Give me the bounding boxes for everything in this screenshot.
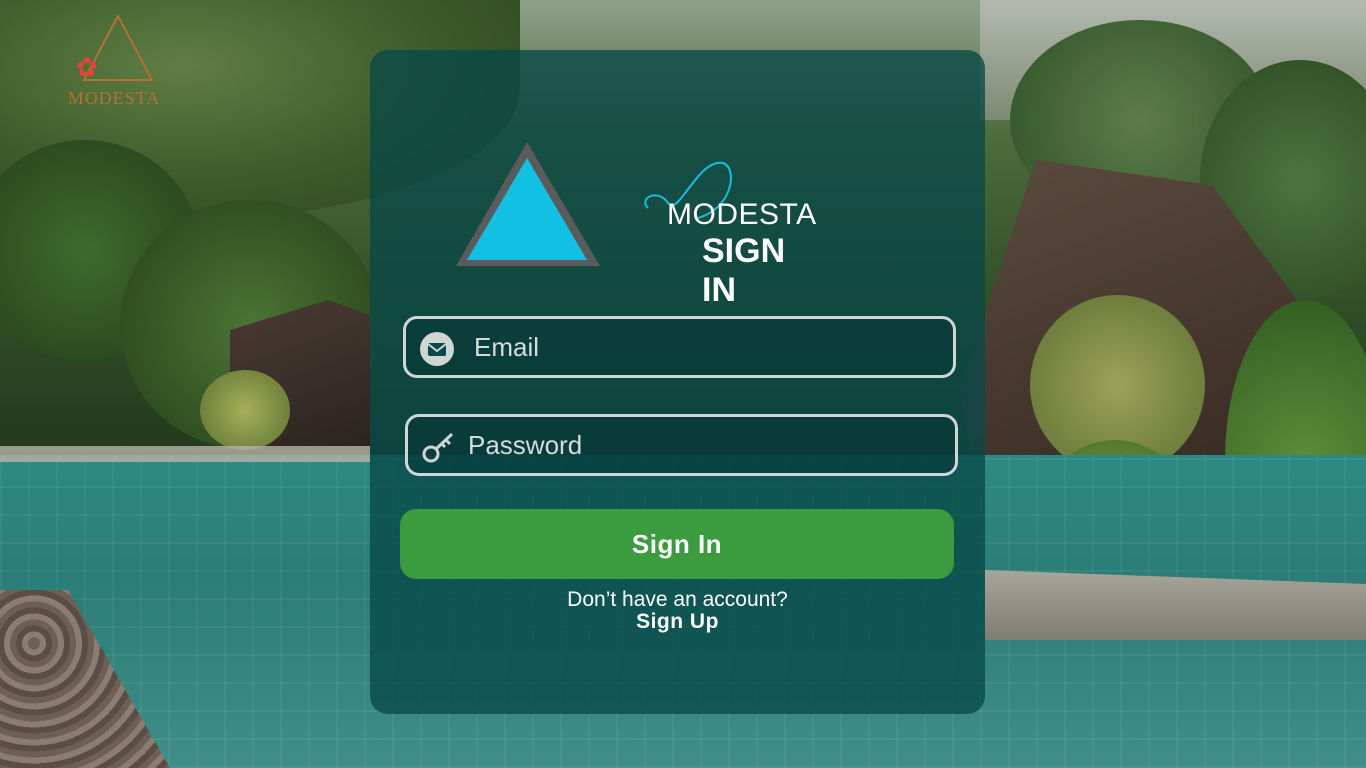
email-field[interactable] <box>403 316 956 378</box>
email-input[interactable] <box>474 319 894 375</box>
page-title: SIGN IN <box>702 232 786 309</box>
envelope-icon <box>420 332 454 366</box>
brand-logo: MODESTA SIGN IN <box>454 138 816 309</box>
corner-logo-text: MODESTA <box>67 88 161 108</box>
corner-logo[interactable]: ✿ MODESTA <box>52 14 176 110</box>
sign-in-button[interactable]: Sign In <box>400 509 954 579</box>
brand-name: MODESTA <box>667 198 817 231</box>
no-account-text: Don’t have an account? <box>567 588 788 611</box>
shrub <box>200 370 290 450</box>
triangle-logo-icon <box>456 142 600 266</box>
password-input[interactable] <box>468 417 888 473</box>
flower-icon: ✿ <box>76 52 98 82</box>
sign-in-panel: MODESTA SIGN IN Sign In Don’t have an ac… <box>370 50 985 714</box>
sign-up-link[interactable]: Sign Up <box>370 610 985 634</box>
password-field[interactable] <box>405 414 958 476</box>
pool-edge <box>0 446 370 462</box>
key-icon <box>422 432 454 463</box>
